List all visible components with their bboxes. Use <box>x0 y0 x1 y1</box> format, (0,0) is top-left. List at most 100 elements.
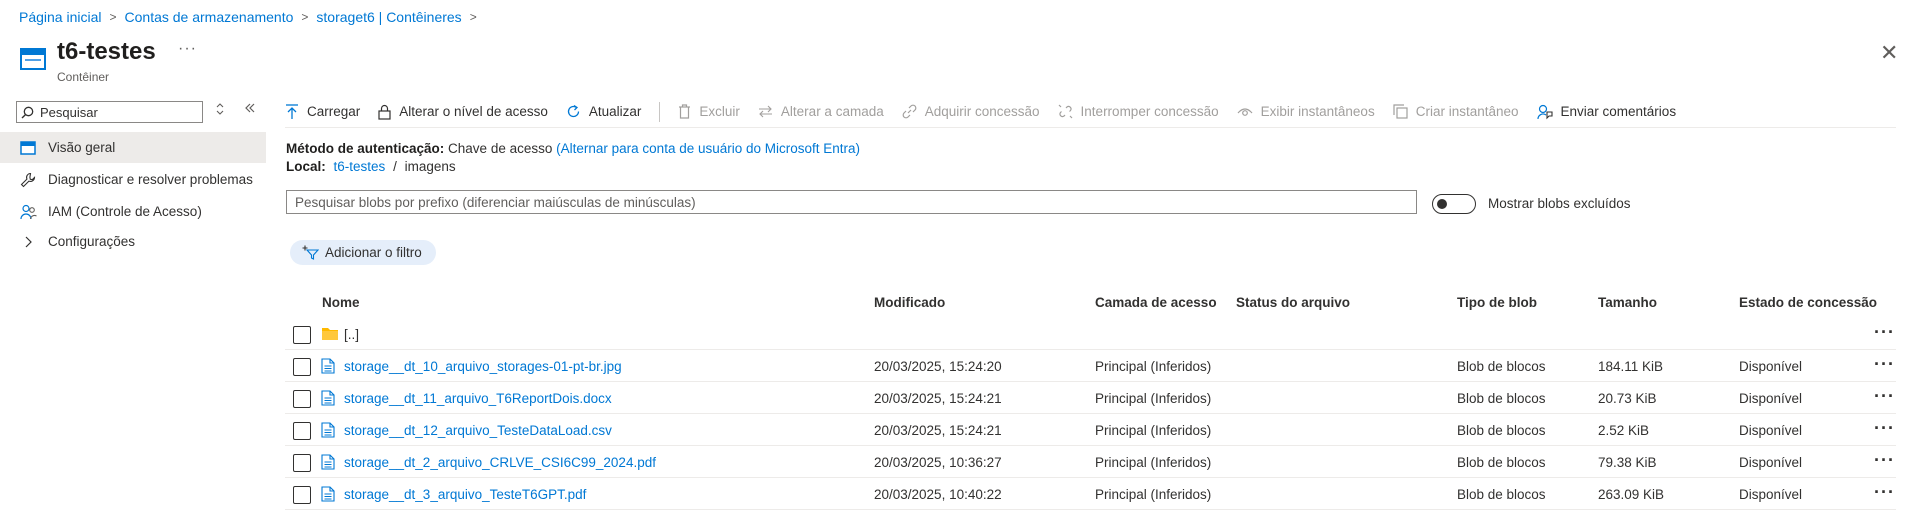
change-access-level-button[interactable]: Alterar o nível de acesso <box>378 104 548 120</box>
location-folder: imagens <box>404 159 456 174</box>
view-snapshots-button[interactable]: Exibir instantâneos <box>1237 104 1375 119</box>
send-feedback-button[interactable]: Enviar comentários <box>1536 104 1676 120</box>
row-checkbox[interactable] <box>293 454 311 472</box>
blob-name[interactable]: storage__dt_2_arquivo_CRLVE_CSI6C99_2024… <box>344 455 656 470</box>
nav-item-iam[interactable]: IAM (Controle de Acesso) <box>0 196 266 227</box>
nav-search-input[interactable] <box>40 104 190 120</box>
column-name[interactable]: Nome <box>322 295 360 310</box>
file-icon <box>321 486 335 502</box>
blob-type: Blob de blocos <box>1457 487 1546 502</box>
row-checkbox[interactable] <box>293 486 311 504</box>
chevron-right-icon: > <box>301 10 309 24</box>
row-checkbox[interactable] <box>293 326 311 344</box>
column-blob-type[interactable]: Tipo de blob <box>1457 295 1537 310</box>
auth-method-label: Método de autenticação: <box>286 141 445 156</box>
table-row[interactable]: storage__dt_10_arquivo_storages-01-pt-br… <box>285 350 1896 382</box>
row-checkbox[interactable] <box>293 390 311 408</box>
more-options-button[interactable]: ··· <box>178 40 197 58</box>
blob-tier: Principal (Inferidos) <box>1095 359 1212 374</box>
nav-search[interactable] <box>16 101 203 123</box>
folder-icon <box>322 328 338 340</box>
row-more-button[interactable]: ··· <box>1874 482 1895 503</box>
table-row[interactable]: storage__dt_2_arquivo_CRLVE_CSI6C99_2024… <box>285 446 1896 478</box>
blob-name[interactable]: storage__dt_3_arquivo_TesteT6GPT.pdf <box>344 487 586 502</box>
delete-button[interactable]: Excluir <box>678 104 740 119</box>
blob-name[interactable]: storage__dt_10_arquivo_storages-01-pt-br… <box>344 359 622 374</box>
row-more-button[interactable]: ··· <box>1874 386 1895 407</box>
blob-size: 263.09 KiB <box>1598 487 1665 502</box>
row-checkbox[interactable] <box>293 422 311 440</box>
column-access-tier[interactable]: Camada de acesso <box>1095 295 1217 310</box>
nav-expand-icon[interactable] <box>215 102 225 118</box>
close-button[interactable]: ✕ <box>1880 42 1898 64</box>
row-more-button[interactable]: ··· <box>1874 354 1895 375</box>
refresh-icon <box>566 104 581 119</box>
blob-size: 184.11 KiB <box>1598 359 1664 374</box>
row-more-button[interactable]: ··· <box>1874 322 1895 343</box>
blob-tier: Principal (Inferidos) <box>1095 423 1212 438</box>
blob-size: 20.73 KiB <box>1598 391 1657 406</box>
feedback-icon <box>1536 104 1553 120</box>
change-tier-button[interactable]: Alterar a camada <box>758 104 884 119</box>
blob-name[interactable]: storage__dt_11_arquivo_T6ReportDois.docx <box>344 391 612 406</box>
blob-type: Blob de blocos <box>1457 455 1546 470</box>
nav-item-overview[interactable]: Visão geral <box>0 132 266 163</box>
upload-icon <box>285 103 299 120</box>
breadcrumb-storage-accounts[interactable]: Contas de armazenamento <box>125 9 294 25</box>
location-container-link[interactable]: t6-testes <box>334 159 386 174</box>
blob-search-input[interactable] <box>295 194 1416 210</box>
parent-folder-link[interactable]: [..] <box>344 327 359 342</box>
blob-lease: Disponível <box>1739 423 1803 438</box>
blob-search[interactable] <box>286 190 1417 214</box>
table-row[interactable]: storage__dt_3_arquivo_TesteT6GPT.pdf 20/… <box>285 478 1896 510</box>
show-deleted-toggle[interactable] <box>1432 194 1476 214</box>
row-checkbox[interactable] <box>293 358 311 376</box>
refresh-button[interactable]: Atualizar <box>566 104 641 119</box>
toggle-knob <box>1437 199 1447 209</box>
chevron-right-icon <box>18 236 38 248</box>
nav-item-label: Diagnosticar e resolver problemas <box>48 172 253 187</box>
column-lease-state[interactable]: Estado de concessão <box>1739 295 1877 310</box>
nav-item-settings[interactable]: Configurações <box>0 226 266 257</box>
upload-button[interactable]: Carregar <box>285 103 360 120</box>
collapse-icon[interactable] <box>244 101 256 117</box>
overview-icon <box>18 140 38 155</box>
column-modified[interactable]: Modificado <box>874 295 945 310</box>
blob-tier: Principal (Inferidos) <box>1095 487 1212 502</box>
page-subtitle: Contêiner <box>57 70 110 84</box>
blob-tier: Principal (Inferidos) <box>1095 391 1212 406</box>
blob-modified: 20/03/2025, 15:24:20 <box>874 359 1002 374</box>
blob-modified: 20/03/2025, 15:24:21 <box>874 391 1002 406</box>
nav-item-diagnose[interactable]: Diagnosticar e resolver problemas <box>0 164 266 195</box>
create-snapshot-button[interactable]: Criar instantâneo <box>1393 104 1519 119</box>
table-row-parent[interactable]: [..] ··· <box>285 318 1896 350</box>
blob-name[interactable]: storage__dt_12_arquivo_TesteDataLoad.csv <box>344 423 612 438</box>
toolbar-divider <box>659 101 661 122</box>
command-bar: Carregar Alterar o nível de acesso Atual… <box>285 96 1896 128</box>
column-size[interactable]: Tamanho <box>1598 295 1657 310</box>
location: Local: t6-testes / imagens <box>286 159 456 174</box>
acquire-lease-button[interactable]: Adquirir concessão <box>902 104 1040 119</box>
add-filter-button[interactable]: Adicionar o filtro <box>290 240 436 265</box>
table-row[interactable]: storage__dt_11_arquivo_T6ReportDois.docx… <box>285 382 1896 414</box>
breadcrumb: Página inicial > Contas de armazenamento… <box>19 9 485 25</box>
column-archive-status[interactable]: Status do arquivo <box>1236 295 1350 310</box>
switch-auth-link[interactable]: (Alternar para conta de usuário do Micro… <box>556 141 860 156</box>
breadcrumb-home[interactable]: Página inicial <box>19 9 102 25</box>
blob-table: Nome Modificado Camada de acesso Status … <box>285 288 1896 510</box>
link-icon <box>902 104 917 119</box>
breadcrumb-containers[interactable]: storaget6 | Contêineres <box>316 9 461 25</box>
page-title: t6-testes <box>57 38 156 65</box>
file-icon <box>321 358 335 374</box>
wrench-icon <box>18 172 38 188</box>
eye-icon <box>1237 106 1253 118</box>
break-lease-button[interactable]: Interromper concessão <box>1058 104 1219 119</box>
auth-method-value: Chave de acesso <box>448 141 553 156</box>
location-label: Local: <box>286 159 326 174</box>
table-row[interactable]: storage__dt_12_arquivo_TesteDataLoad.csv… <box>285 414 1896 446</box>
row-more-button[interactable]: ··· <box>1874 450 1895 471</box>
location-separator: / <box>393 159 397 174</box>
row-more-button[interactable]: ··· <box>1874 418 1895 439</box>
auth-method: Método de autenticação: Chave de acesso … <box>286 141 860 156</box>
blob-type: Blob de blocos <box>1457 391 1546 406</box>
